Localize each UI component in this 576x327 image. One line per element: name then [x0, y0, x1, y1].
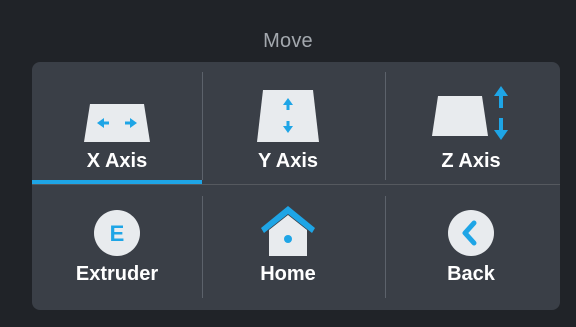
- home-icon: [261, 206, 315, 256]
- extruder-glyph: E: [110, 221, 125, 246]
- extruder-icon: E: [94, 210, 140, 256]
- back-button[interactable]: Back: [386, 185, 556, 306]
- z-axis-label: Z Axis: [441, 150, 501, 172]
- divider: [202, 196, 203, 298]
- back-label: Back: [447, 263, 495, 285]
- divider: [385, 72, 386, 180]
- z-axis-move-icon: [432, 86, 508, 140]
- x-axis-move-icon: [84, 104, 150, 142]
- x-axis-button[interactable]: X Axis: [32, 62, 202, 183]
- x-axis-label: X Axis: [86, 150, 148, 172]
- extruder-label: Extruder: [75, 263, 159, 285]
- home-button[interactable]: Home: [203, 185, 373, 306]
- y-axis-label: Y Axis: [257, 150, 319, 172]
- z-axis-button[interactable]: Z Axis: [386, 62, 556, 183]
- divider: [202, 72, 203, 180]
- page-title: Move: [263, 30, 313, 52]
- extruder-button[interactable]: E Extruder: [32, 185, 202, 306]
- y-axis-button[interactable]: Y Axis: [203, 62, 373, 183]
- divider: [385, 196, 386, 298]
- move-screen: Move X Axis Y Axis Z Axis E Extruder Hom…: [0, 0, 576, 327]
- move-panel: X Axis Y Axis Z Axis E Extruder Home Bac…: [32, 62, 560, 310]
- home-label: Home: [260, 263, 316, 285]
- y-axis-move-icon: [257, 90, 319, 142]
- back-chevron-icon: [448, 210, 494, 256]
